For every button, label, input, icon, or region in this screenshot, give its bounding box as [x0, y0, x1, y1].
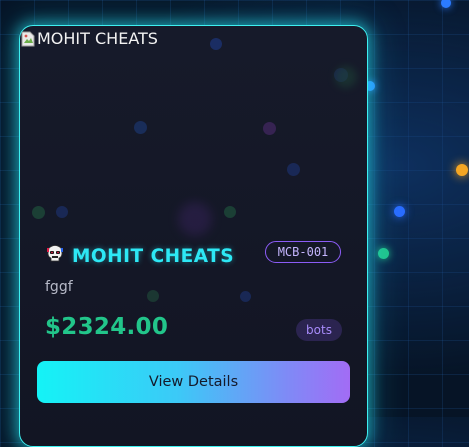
view-details-button[interactable]: View Details [37, 361, 350, 403]
image-alt-text: MOHIT CHEATS [37, 29, 158, 48]
broken-image-icon [21, 31, 35, 47]
card-particle [147, 290, 159, 302]
card-particle [134, 121, 147, 134]
product-price: $2324.00 [45, 314, 169, 340]
skull-robot-icon [46, 244, 64, 268]
product-image: MOHIT CHEATS [21, 29, 158, 48]
product-code-badge: MCB-001 [265, 241, 341, 263]
card-particle [210, 38, 222, 50]
card-particle [287, 163, 300, 176]
product-description: fggf [45, 279, 73, 295]
background-particle [441, 0, 451, 8]
card-particle [224, 206, 236, 218]
brand-row: MOHIT CHEATS [46, 244, 234, 268]
card-particle [178, 202, 212, 236]
product-card[interactable]: MOHIT CHEATS MOHIT CHEATS MCB-001 fggf $… [19, 25, 368, 447]
card-particle [32, 206, 45, 219]
background-particle [378, 248, 389, 259]
card-particle [56, 206, 68, 218]
card-particle [263, 122, 276, 135]
category-tag: bots [296, 319, 342, 341]
brand-name: MOHIT CHEATS [72, 245, 235, 267]
card-particle [335, 66, 357, 88]
background-particle [456, 164, 468, 176]
card-particle [240, 291, 251, 302]
background-particle [394, 206, 405, 217]
